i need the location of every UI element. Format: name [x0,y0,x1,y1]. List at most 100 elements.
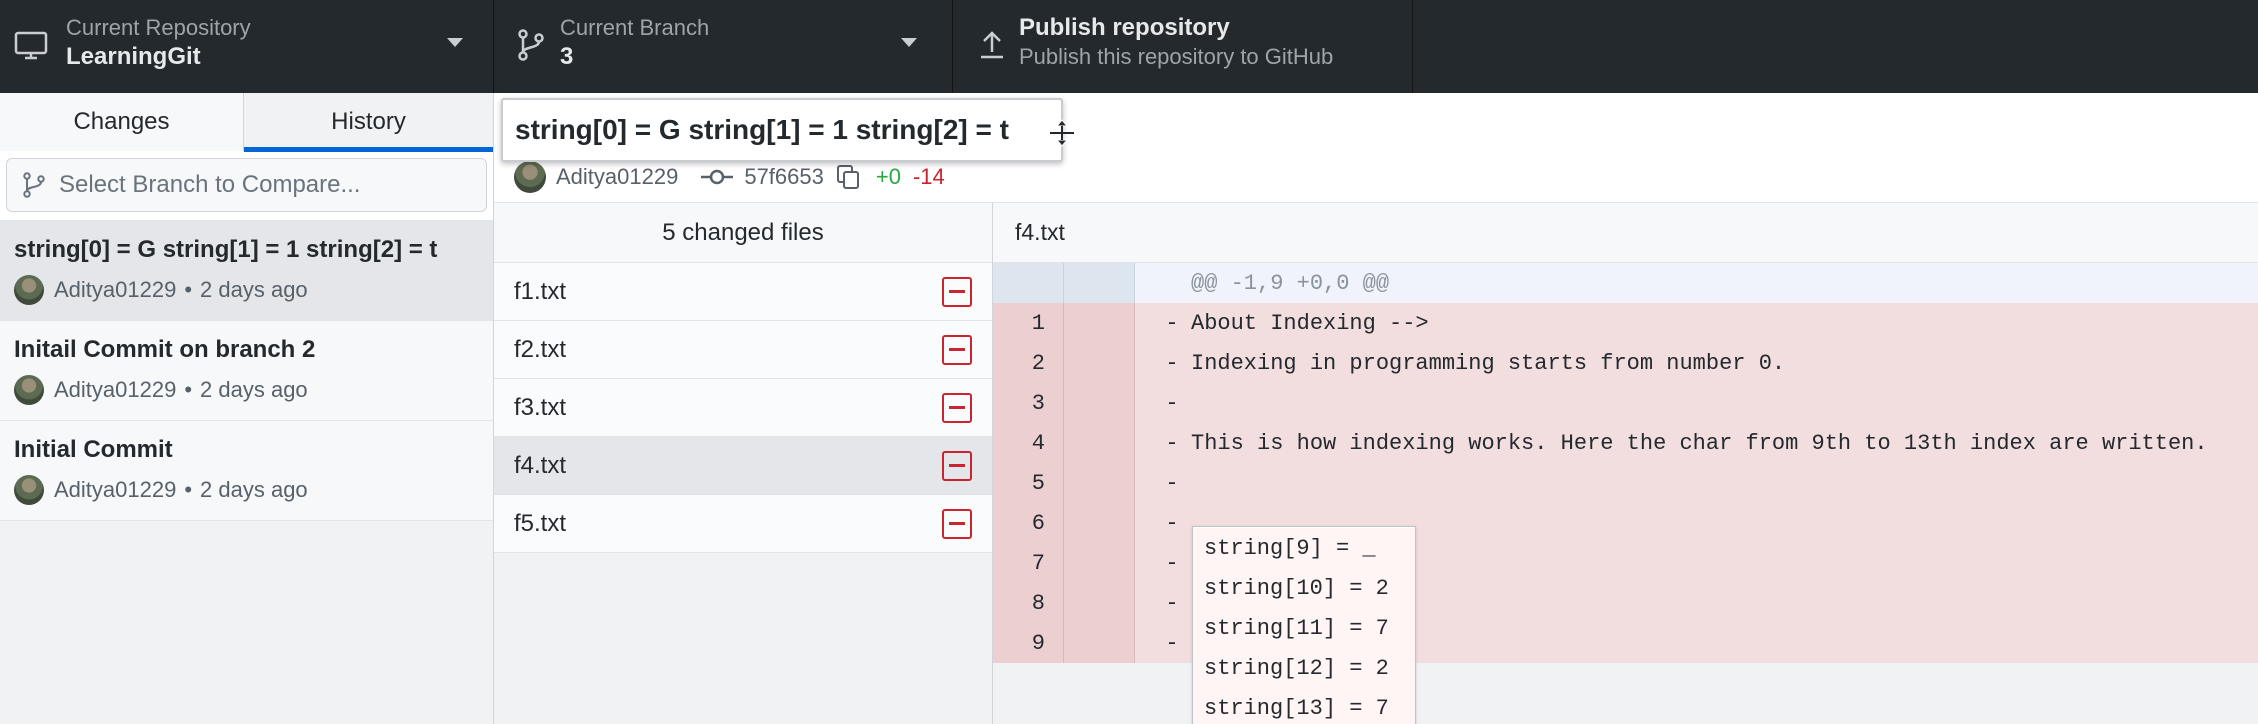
avatar [14,475,44,505]
file-deleted-icon [942,508,972,539]
diff-body: @@ -1,9 +0,0 @@ 1 - About Indexing --> 2… [993,263,2258,724]
line-number-new [1063,423,1135,463]
diff-line[interactable]: 6 - [993,503,2258,543]
diff-line[interactable]: 4 - This is how indexing works. Here the… [993,423,2258,463]
branch-icon [518,29,544,61]
commit-summary: Initail Commit on branch 2 [14,336,316,363]
line-number-new [1063,463,1135,503]
tab-history[interactable]: History [244,93,493,152]
commit-item[interactable]: string[0] = G string[1] = 1 string[2] = … [0,221,493,321]
commit-time: 2 days ago [200,277,308,302]
line-number-new [1063,303,1135,343]
line-number-new [1063,543,1135,583]
commit-summary: Initial Commit [14,436,173,463]
tab-changes[interactable]: Changes [0,93,244,151]
file-name: f4.txt [514,451,567,479]
commit-author: Aditya01229 [556,164,679,189]
diff-line-text: This is how indexing works. Here the cha… [1191,430,2208,456]
copy-icon[interactable] [836,164,860,190]
changed-files-list: 5 changed files f1.txt f2.txt f3.txt f4.… [494,203,993,724]
current-repository-button[interactable]: Current Repository LearningGit [0,0,494,93]
line-number-new [1063,383,1135,423]
commit-header: string[0] = G string[1] = 1 string[2] = … [494,93,2258,203]
select-branch-compare-input[interactable]: Select Branch to Compare... [6,158,487,212]
commit-list: string[0] = G string[1] = 1 string[2] = … [0,221,493,521]
publish-repository-button[interactable]: Publish repository Publish this reposito… [953,0,1413,93]
commit-summary-expanded[interactable]: string[0] = G string[1] = 1 string[2] = … [501,98,1074,162]
diff-line[interactable]: 5 - [993,463,2258,503]
diff-hunk-header: @@ -1,9 +0,0 @@ [993,263,2258,303]
diff-line-text: string[12] = 2 [1193,648,1415,688]
line-number-new [1063,503,1135,543]
diff-marker: - [1165,510,1179,536]
diff-line[interactable]: 2 - Indexing in programming starts from … [993,343,2258,383]
tab-bar: Changes History [0,93,493,152]
diff-line[interactable]: 9 - [993,623,2258,663]
meta-separator: • [184,377,193,402]
diff-line-text: string[10] = 2 [1193,568,1415,608]
file-row[interactable]: f5.txt [494,495,992,553]
avatar [514,161,546,193]
commit-item[interactable]: Initail Commit on branch 2 Aditya01229 •… [0,321,493,421]
diff-line-text: About Indexing --> [1191,310,1429,336]
line-number: 2 [993,343,1063,383]
line-number-old [993,263,1063,303]
sidebar: Changes History Select Branch to Compare… [0,93,494,724]
line-number: 6 [993,503,1063,543]
selection-highlight-box: string[9] = _ string[10] = 2 string[11] … [1192,526,1416,724]
branch-name: 3 [560,43,574,70]
changed-files-header: 5 changed files [494,203,992,263]
diff-line[interactable]: 7 - [993,543,2258,583]
file-name: f2.txt [514,335,567,363]
commit-sha: 57f6653 [744,164,824,189]
line-number: 4 [993,423,1063,463]
diff-line[interactable]: 1 - About Indexing --> [993,303,2258,343]
commit-icon [701,169,734,185]
diff-marker: - [1165,430,1179,456]
commit-time: 2 days ago [200,477,308,502]
deletions-count: -14 [912,164,945,189]
publish-title: Publish repository [1019,14,1230,41]
diff-line[interactable]: 8 - [993,583,2258,623]
chevron-down-icon [447,38,463,47]
hunk-text: @@ -1,9 +0,0 @@ [1191,270,1390,296]
commit-author: Aditya01229 [54,477,177,502]
diff-marker: - [1165,630,1179,656]
file-deleted-icon [942,276,972,307]
diff-file-name: f4.txt [993,203,2258,263]
toolbar: Current Repository LearningGit Current B… [0,0,2258,93]
upload-icon [981,31,1003,59]
commit-summary-title: string[0] = G string[1] = 1 string[2] = … [515,114,1009,145]
diff-line-text: string[11] = 7 [1193,608,1415,648]
line-number-new [1063,583,1135,623]
file-row[interactable]: f1.txt [494,263,992,321]
file-deleted-icon [942,392,972,423]
avatar [14,275,44,305]
file-row[interactable]: f3.txt [494,379,992,437]
file-row[interactable]: f4.txt [494,437,992,495]
file-deleted-icon [942,334,972,365]
diff-marker: - [1165,310,1179,336]
line-number: 1 [993,303,1063,343]
diff-marker: - [1165,350,1179,376]
line-number: 3 [993,383,1063,423]
line-number: 7 [993,543,1063,583]
file-row[interactable]: f2.txt [494,321,992,379]
additions-count: +0 [875,164,901,189]
chevron-down-icon [901,38,917,47]
branch-title: Current Branch [560,15,710,40]
publish-subtitle: Publish this repository to GitHub [1019,44,1334,69]
line-number-new [1063,343,1135,383]
commit-item[interactable]: Initial Commit Aditya01229 • 2 days ago [0,421,493,521]
branch-icon [23,172,45,198]
diff-line[interactable]: 3 - [993,383,2258,423]
commit-summary: string[0] = G string[1] = 1 string[2] = … [14,236,438,263]
repository-title: Current Repository [66,15,251,40]
monitor-icon [14,31,48,60]
commit-time: 2 days ago [200,377,308,402]
line-number: 8 [993,583,1063,623]
line-number-new [1063,623,1135,663]
current-branch-button[interactable]: Current Branch 3 [494,0,953,93]
meta-separator: • [184,477,193,502]
commit-author: Aditya01229 [54,377,177,402]
